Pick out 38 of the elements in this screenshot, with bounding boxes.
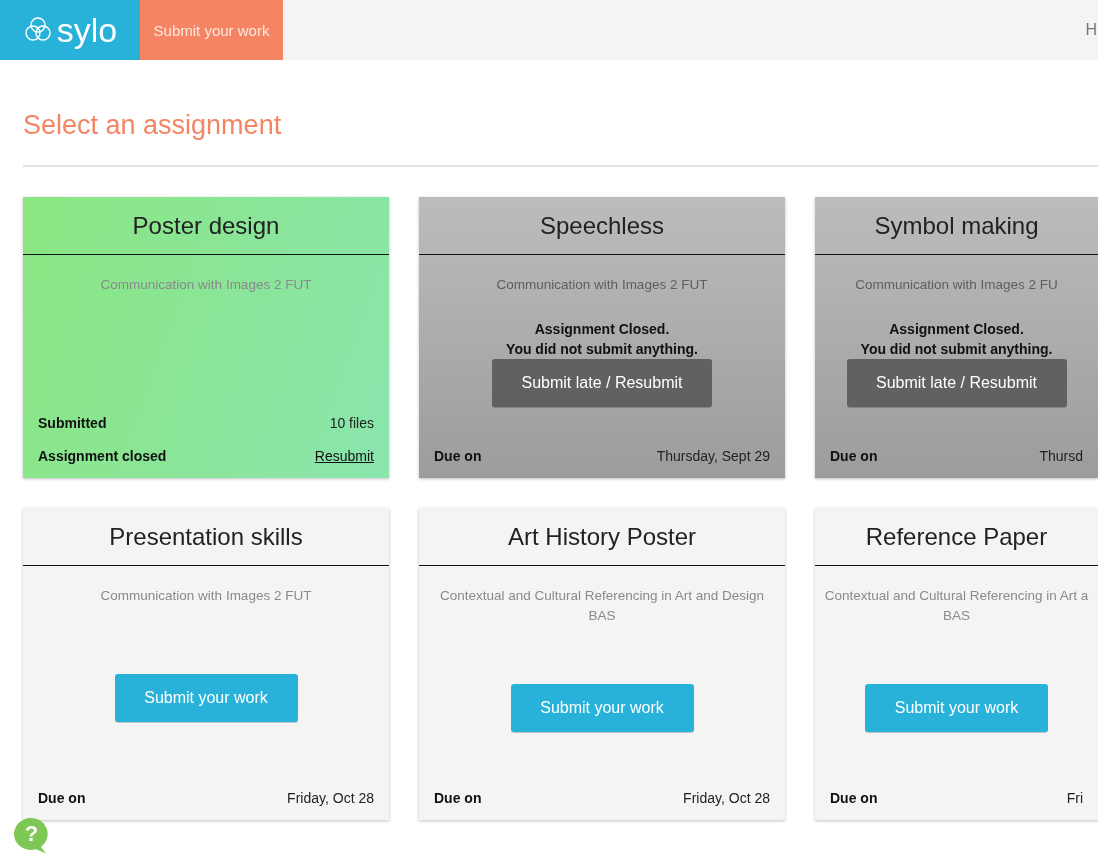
card-title: Reference Paper (815, 508, 1098, 566)
resubmit-link[interactable]: Resubmit (314, 448, 374, 464)
submit-button[interactable]: Submit late / Resubmit (846, 359, 1067, 407)
card-title: Art History Poster (419, 508, 785, 566)
footer-label: Assignment closed (38, 448, 167, 464)
footer-label: Due on (830, 448, 878, 464)
course-name: Contextual and Cultural Referencing in Art and Design BAS (439, 587, 765, 625)
nav-item[interactable]: H (1085, 21, 1097, 39)
card-title: Poster design (23, 197, 389, 255)
course-name: Communication with Images 2 FUT (100, 276, 312, 294)
footer-value: Thursday, Sept 29 (656, 448, 770, 464)
assignment-card[interactable]: Speechless Communication with Images 2 FUT Assignment Closed. You did not submit anything. Submit late / Resubmit Due on Thursday, Sept 29 (419, 197, 785, 478)
footer-label: Due on (38, 790, 86, 806)
footer-label: Due on (434, 790, 482, 806)
page-heading: Select an assignment (23, 60, 1098, 167)
footer-value: Friday, Oct 28 (287, 790, 374, 806)
course-name: Communication with Images 2 FUT (496, 276, 708, 294)
status-message: Assignment Closed. You did not submit anything. (506, 320, 698, 359)
assignment-card[interactable]: Poster design Communication with Images 2 FUT Submitted 10 files Assignment closed Resubmit (23, 197, 389, 478)
card-title: Presentation skills (23, 508, 389, 566)
footer-label: Due on (830, 790, 878, 806)
course-name: Contextual and Cultural Referencing in Art a BAS (824, 587, 1089, 625)
submit-button[interactable]: Submit late / Resubmit (492, 359, 712, 407)
assignment-card[interactable]: Reference Paper Contextual and Cultural Referencing in Art a BAS Submit your work Due on Fri (815, 508, 1098, 820)
card-title: Speechless (419, 197, 785, 255)
course-name: Communication with Images 2 FU (855, 276, 1058, 294)
footer-value: 10 files (329, 415, 374, 431)
footer-label: Submitted (38, 415, 107, 431)
assignment-card[interactable]: Art History Poster Contextual and Cultural Referencing in Art and Design BAS Submit your work Due on Friday, Oct 28 (419, 508, 785, 820)
assignment-card[interactable]: Symbol making Communication with Images 2 FU Assignment Closed. You did not submit anything. Submit late / Resubmit Due on Thursd (815, 197, 1098, 478)
status-message: Assignment Closed. You did not submit anything. (860, 320, 1053, 359)
footer-label: Due on (434, 448, 482, 464)
footer-value: Friday, Oct 28 (683, 790, 770, 806)
assignment-card[interactable]: Presentation skills Communication with Images 2 FUT Submit your work Due on Friday, Oct 28 (23, 508, 389, 820)
card-title: Symbol making (815, 197, 1098, 255)
course-name: Communication with Images 2 FUT (100, 587, 312, 605)
footer-value: Fri (1066, 790, 1083, 806)
footer-value: Thursd (1039, 448, 1083, 464)
